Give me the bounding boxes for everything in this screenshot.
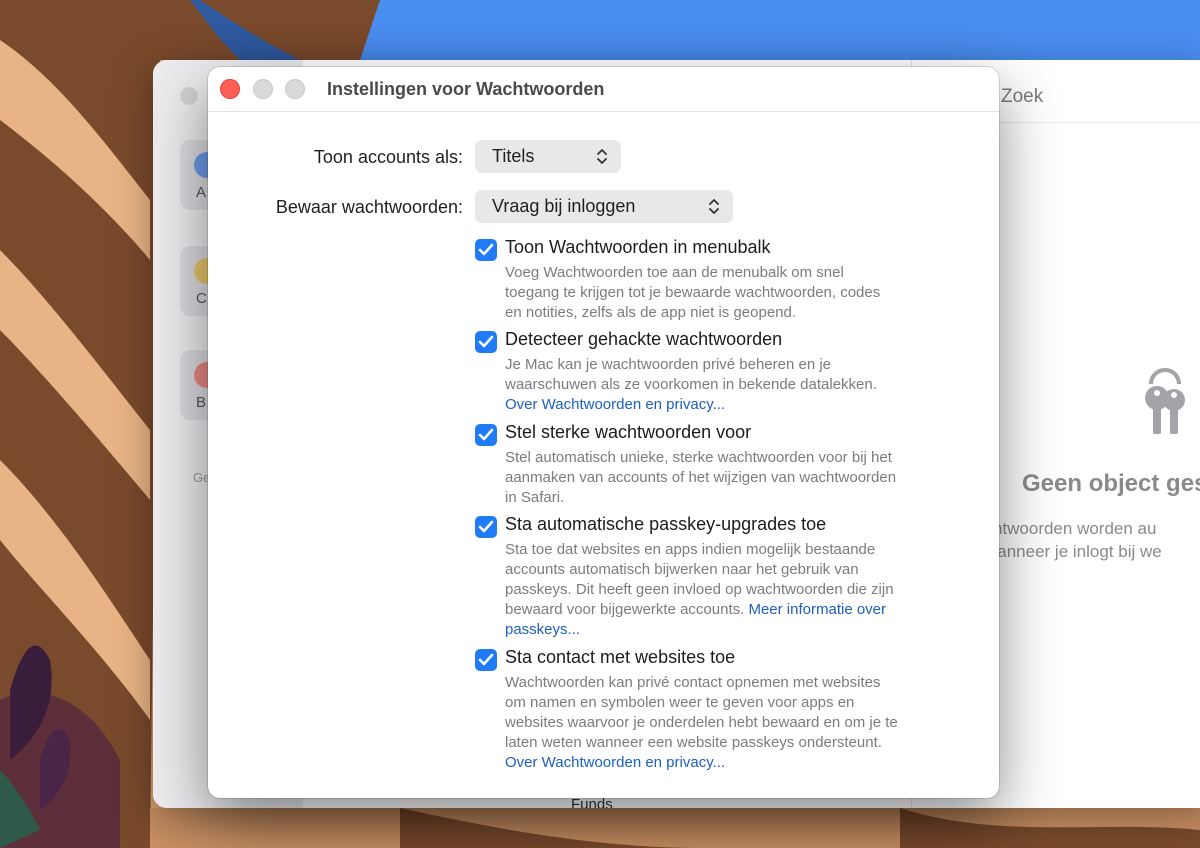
passkeys-info-link-end[interactable]: passkeys... (505, 620, 955, 640)
empty-state-text: achtwoorden worden au wanneer je inlogt … (975, 517, 1162, 563)
description-line: Stel automatisch unieke, sterke wachtwoo… (505, 449, 892, 466)
checkmark-icon (478, 653, 494, 666)
category-label: A (196, 184, 207, 201)
show-accounts-popup[interactable]: Titels (475, 140, 621, 173)
passkey-upgrades-checkbox[interactable] (475, 516, 497, 538)
description-line: Wachtwoorden kan privé contact opnemen m… (505, 674, 881, 691)
title-bar: Instellingen voor Wachtwoorden (208, 67, 999, 112)
option-description: Sta toe dat websites en apps indien moge… (505, 540, 955, 640)
privacy-link[interactable]: Over Wachtwoorden en privacy... (505, 395, 955, 415)
checkmark-icon (478, 335, 494, 348)
option-title: Stel sterke wachtwoorden voor (505, 422, 752, 442)
description-line: Je Mac kan je wachtwoorden privé beheren… (505, 356, 832, 373)
minimize-button[interactable] (253, 79, 273, 99)
close-button[interactable] (220, 79, 240, 99)
keys-icon (1145, 368, 1185, 434)
description-line: laten weten wanneer een website passkeys… (505, 734, 882, 751)
description-text: bewaard voor bijgewerkte accounts. (505, 601, 745, 618)
contact-websites-checkbox[interactable] (475, 649, 497, 671)
description-line: websites waarvoor je onderdelen hebt bew… (505, 714, 898, 731)
background-window-light (180, 87, 198, 105)
option-title: Toon Wachtwoorden in menubalk (505, 237, 771, 257)
chevron-up-down-icon (709, 199, 719, 214)
empty-state-line: achtwoorden worden au (975, 519, 1157, 538)
passkeys-info-link[interactable]: Meer informatie over (748, 601, 886, 618)
show-accounts-label: Toon accounts als: (313, 147, 463, 167)
privacy-link[interactable]: Over Wachtwoorden en privacy... (505, 753, 955, 773)
save-passwords-popup[interactable]: Vraag bij inloggen (475, 190, 733, 223)
option-description: Je Mac kan je wachtwoorden privé beheren… (505, 355, 955, 415)
category-label: B (196, 394, 207, 411)
suggest-strong-checkbox[interactable] (475, 424, 497, 446)
description-line: waarschuwen als ze voorkomen in bekende … (505, 376, 877, 393)
empty-state-title: Geen object ges (1022, 470, 1200, 497)
save-passwords-label: Bewaar wachtwoorden: (275, 197, 463, 217)
option-description: Wachtwoorden kan privé contact opnemen m… (505, 673, 955, 773)
option-description: Stel automatisch unieke, sterke wachtwoo… (505, 448, 955, 508)
settings-window: Instellingen voor Wachtwoorden Toon acco… (208, 67, 999, 798)
option-title: Sta automatische passkey-upgrades toe (505, 514, 827, 534)
description-line: bewaard voor bijgewerkte accounts. Meer … (505, 600, 955, 620)
description-line: Voeg Wachtwoorden toe aan de menubalk om… (505, 264, 844, 281)
option-title: Sta contact met websites toe (505, 647, 736, 667)
description-line: en notities, zelfs als de app niet is ge… (505, 304, 797, 321)
description-line: Sta toe dat websites en apps indien moge… (505, 541, 876, 558)
checkmark-icon (478, 428, 494, 441)
save-passwords-value: Vraag bij inloggen (492, 196, 636, 216)
description-line: accounts automatisch bijwerken naar het … (505, 561, 859, 578)
description-line: toegang te krijgen tot je bewaarde wacht… (505, 284, 881, 301)
zoom-button[interactable] (285, 79, 305, 99)
checkmark-icon (478, 520, 494, 533)
description-line: aanmaken van accounts of het wijzigen va… (505, 469, 897, 486)
description-line: in Safari. (505, 489, 565, 506)
show-accounts-value: Titels (492, 146, 535, 166)
detect-compromised-checkbox[interactable] (475, 331, 497, 353)
description-line: passkeys. Dit heeft geen invloed op wach… (505, 581, 894, 598)
empty-state-line: wanneer je inlogt bij we (985, 542, 1162, 561)
window-title: Instellingen voor Wachtwoorden (327, 79, 605, 99)
option-description: Voeg Wachtwoorden toe aan de menubalk om… (505, 263, 955, 323)
description-line: om namen en symbolen weer te geven voor … (505, 694, 855, 711)
chevron-up-down-icon (597, 149, 607, 164)
search-field[interactable]: Zoek (1001, 86, 1043, 108)
checkmark-icon (478, 243, 494, 256)
option-title: Detecteer gehackte wachtwoorden (505, 329, 783, 349)
category-label: C (196, 290, 207, 307)
menubar-checkbox[interactable] (475, 239, 497, 261)
